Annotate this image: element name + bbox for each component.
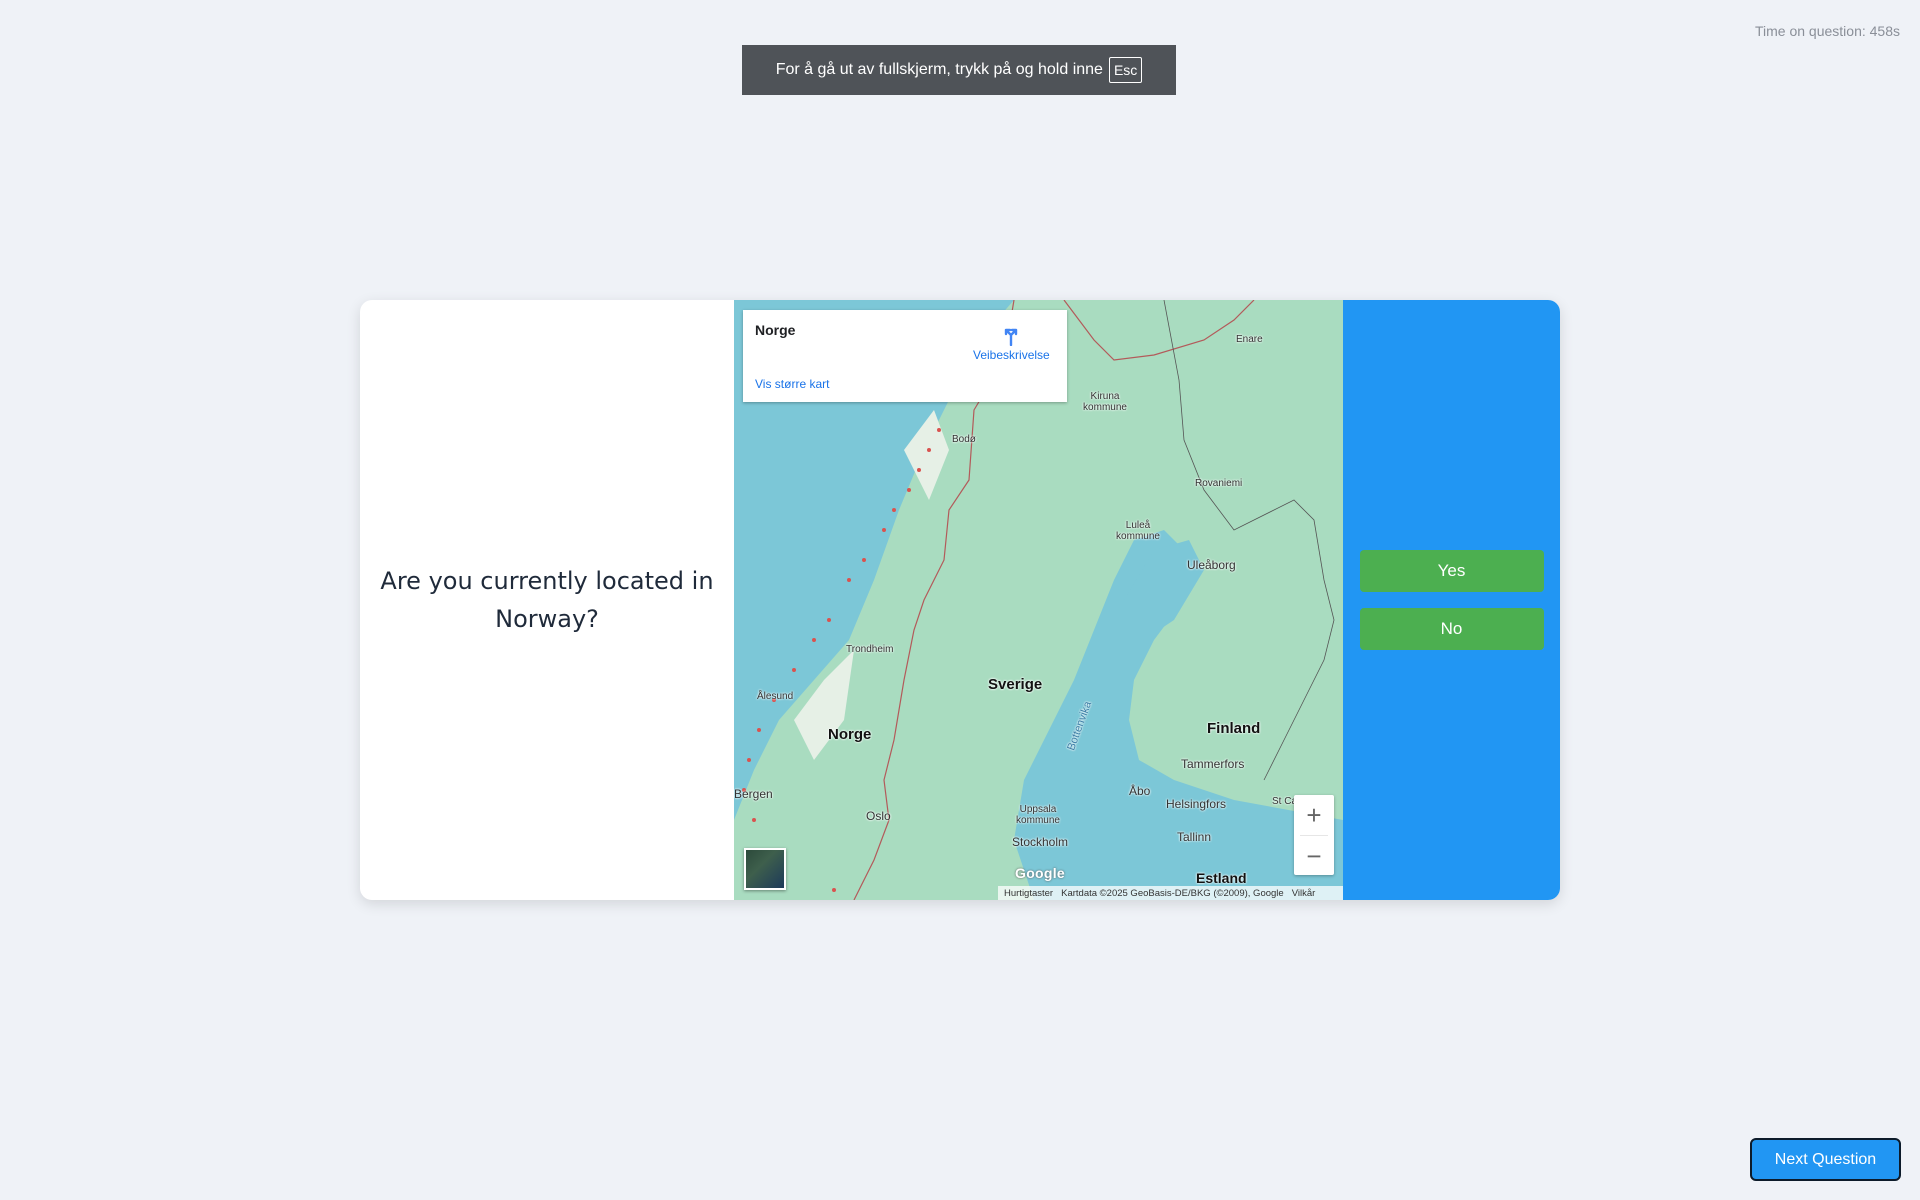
map-label-tammerfors: Tammerfors: [1181, 757, 1245, 771]
fullscreen-notice: For å gå ut av fullskjerm, trykk på og h…: [742, 45, 1176, 95]
google-logo: Google: [1015, 865, 1066, 881]
map-label-bodo: Bodø: [952, 434, 976, 445]
map-label-norge: Norge: [828, 726, 872, 743]
keyboard-shortcuts-link[interactable]: Hurtigtaster: [1004, 888, 1053, 899]
map-attribution-bar: Hurtigtaster Kartdata ©2025 GeoBasis-DE/…: [998, 886, 1343, 900]
zoom-in-button[interactable]: +: [1294, 795, 1334, 835]
map-label-sverige: Sverige: [988, 676, 1043, 693]
question-card: Are you currently located in Norway? Ena…: [360, 300, 1560, 900]
map-label-helsingfors: Helsingfors: [1166, 797, 1227, 811]
embedded-map[interactable]: Enare Kiruna kommune Bodø Rovaniemi Lule…: [734, 300, 1343, 900]
map-label-uppsala: Uppsala kommune: [1016, 804, 1060, 826]
terms-link[interactable]: Vilkår: [1292, 888, 1316, 899]
map-label-tallinn: Tallinn: [1177, 830, 1212, 844]
map-label-rovaniemi: Rovaniemi: [1195, 478, 1243, 489]
map-label-kiruna: Kiruna kommune: [1083, 391, 1127, 413]
map-label-oslo: Oslo: [866, 809, 891, 823]
question-timer: Time on question: 458s: [1754, 23, 1900, 39]
map-data-credit: Kartdata ©2025 GeoBasis-DE/BKG (©2009), …: [1061, 887, 1284, 899]
map-place-name: Norge: [755, 322, 796, 338]
map-label-enare: Enare: [1236, 334, 1263, 345]
directions-link[interactable]: Veibeskrivelse: [973, 348, 1050, 362]
zoom-out-button[interactable]: −: [1294, 836, 1334, 876]
directions-icon[interactable]: [1000, 324, 1022, 346]
map-info-card: Norge Veibeskrivelse Vis større kart: [743, 310, 1067, 402]
view-larger-map-link[interactable]: Vis større kart: [755, 377, 829, 391]
map-label-alesund: Ålesund: [757, 691, 794, 702]
map-label-stockholm: Stockholm: [1012, 835, 1069, 849]
question-pane: Are you currently located in Norway?: [360, 300, 734, 900]
map-label-estland: Estland: [1196, 870, 1247, 886]
yes-button[interactable]: Yes: [1359, 550, 1544, 592]
map-label-finland: Finland: [1207, 720, 1261, 737]
fullscreen-notice-text: For å gå ut av fullskjerm, trykk på og h…: [775, 61, 1103, 78]
map-label-uleaborg: Uleåborg: [1187, 558, 1236, 572]
map-label-bergen: Bergen: [734, 787, 773, 801]
no-button[interactable]: No: [1359, 608, 1544, 650]
map-zoom-control: + −: [1294, 795, 1334, 875]
satellite-layer-toggle[interactable]: [744, 848, 786, 890]
map-label-lulea: Luleå kommune: [1116, 520, 1160, 542]
map-label-abo: Åbo: [1129, 784, 1151, 798]
question-text: Are you currently located in Norway?: [380, 567, 714, 633]
map-label-trondheim: Trondheim: [846, 644, 894, 655]
answer-pane: Yes No: [1343, 300, 1560, 900]
esc-key-badge: Esc: [1108, 57, 1143, 83]
next-question-button[interactable]: Next Question: [1750, 1138, 1901, 1181]
map-label-st-petersburg: St Санкт: [1272, 796, 1296, 807]
